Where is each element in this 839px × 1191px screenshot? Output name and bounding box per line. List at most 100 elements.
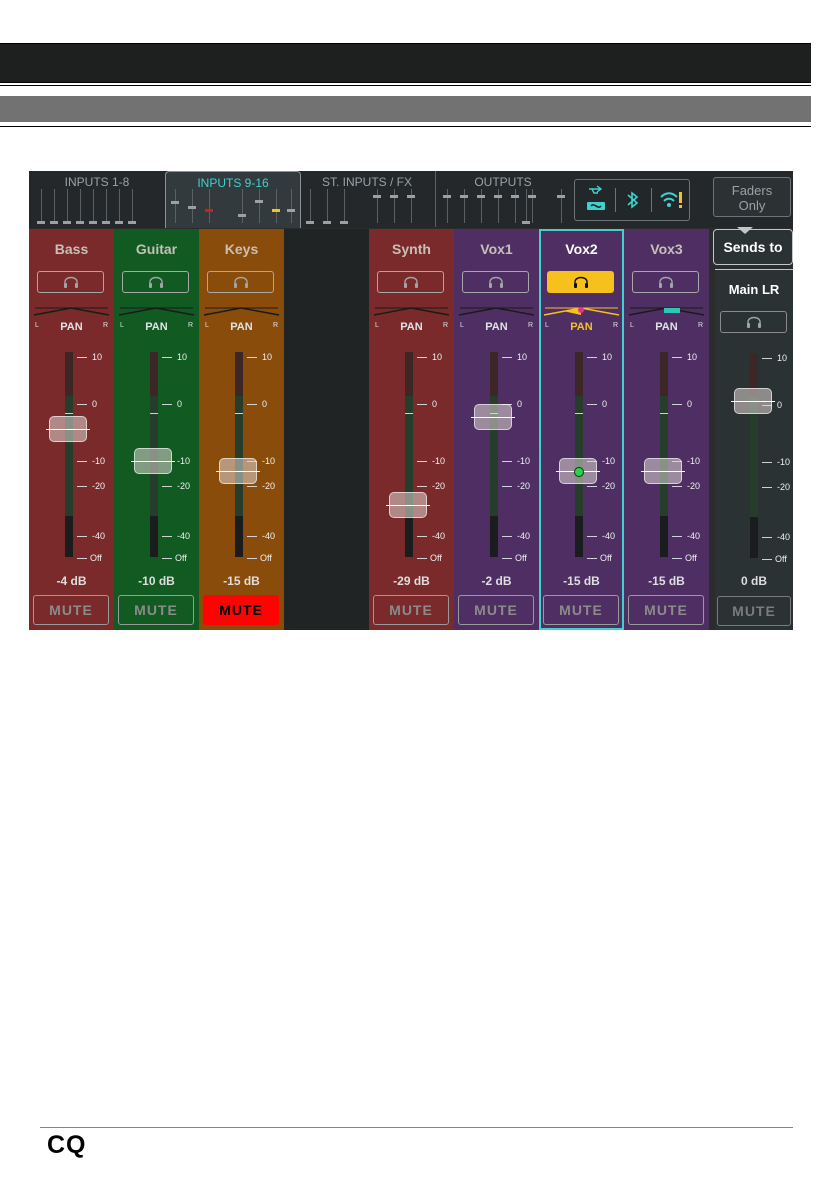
channel-name: Keys bbox=[224, 241, 259, 257]
pan-control[interactable]: PAN L R bbox=[543, 307, 620, 333]
pan-control[interactable]: PAN L R bbox=[628, 307, 705, 333]
mixer-screen: INPUTS 1-8 INPUTS 9-16 ST. INPUTS / FX O… bbox=[29, 171, 793, 630]
meter-green-zone bbox=[65, 396, 73, 516]
faders-only-line2: Only bbox=[738, 198, 766, 213]
mute-button[interactable]: MUTE bbox=[628, 595, 704, 625]
pan-control[interactable]: PAN L R bbox=[118, 307, 195, 333]
pan-control[interactable]: PAN L R bbox=[458, 307, 535, 333]
mute-button[interactable]: MUTE bbox=[458, 595, 534, 625]
scale-label: -40 bbox=[432, 531, 446, 541]
mini-fader-knob bbox=[238, 214, 246, 217]
fader-knob-line bbox=[131, 461, 175, 462]
mini-fader-knob bbox=[102, 221, 110, 224]
pan-left-label: L bbox=[120, 322, 124, 329]
tab-inputs-9-16[interactable]: INPUTS 9-16 bbox=[165, 171, 301, 228]
fader-knob[interactable] bbox=[471, 404, 515, 430]
channel-strip[interactable]: Keys PAN L R 10 0 -10 -20 -40 Off -15 dB MUTE bbox=[199, 229, 284, 630]
footer-logo: CQ bbox=[47, 1131, 87, 1159]
channel-strip[interactable]: Bass PAN L R 10 0 -10 -20 -40 Off -4 dB MUTE bbox=[29, 229, 114, 630]
mini-fader-knob bbox=[50, 221, 58, 224]
mute-button[interactable]: MUTE bbox=[373, 595, 449, 625]
listen-button[interactable] bbox=[37, 271, 104, 293]
scale-label: 10 bbox=[602, 352, 613, 362]
mini-fader-knob bbox=[37, 221, 45, 224]
scale-label: -40 bbox=[687, 531, 701, 541]
channel-strip[interactable] bbox=[284, 229, 369, 630]
pan-label: PAN bbox=[655, 321, 678, 333]
listen-button[interactable] bbox=[462, 271, 529, 293]
mute-button[interactable]: MUTE bbox=[203, 595, 279, 625]
mini-fader-knob bbox=[511, 195, 519, 198]
pan-left-label: L bbox=[460, 322, 464, 329]
headphones-icon bbox=[234, 276, 248, 288]
scale-label: Off bbox=[515, 553, 527, 563]
scale-label: -20 bbox=[602, 481, 616, 491]
scale-tick bbox=[672, 536, 682, 537]
mini-fader-track bbox=[41, 189, 42, 223]
listen-button[interactable] bbox=[122, 271, 189, 293]
master-fader-knob[interactable] bbox=[731, 388, 775, 414]
channel-strip[interactable]: Guitar PAN L R 10 0 -10 -20 -40 Off -10 dB MUTE bbox=[114, 229, 199, 630]
scale-tick bbox=[587, 404, 597, 405]
tab-inputs-1-8[interactable]: INPUTS 1-8 bbox=[29, 171, 165, 227]
level-meter bbox=[235, 352, 243, 557]
meter-green-zone bbox=[235, 396, 243, 516]
mini-fader-knob bbox=[272, 209, 280, 212]
master-mute-button[interactable]: MUTE bbox=[717, 596, 791, 626]
mini-fader-track bbox=[526, 189, 527, 223]
mute-button[interactable]: MUTE bbox=[33, 595, 109, 625]
fader-knob[interactable] bbox=[131, 448, 175, 474]
channel-level: -29 dB bbox=[393, 574, 430, 588]
faders-only-button[interactable]: Faders Only bbox=[713, 177, 791, 217]
mini-fader-knob bbox=[390, 195, 398, 198]
mini-fader-knob bbox=[340, 221, 348, 224]
mini-fader-knob bbox=[373, 195, 381, 198]
status-panel[interactable] bbox=[574, 179, 690, 221]
meter-red-zone bbox=[575, 352, 583, 396]
scale-label: -20 bbox=[177, 481, 191, 491]
pan-control[interactable]: PAN L R bbox=[203, 307, 280, 333]
scale-label: Off bbox=[775, 554, 787, 564]
fader-knob[interactable] bbox=[216, 458, 260, 484]
fader-knob[interactable] bbox=[46, 416, 90, 442]
mini-fader-track bbox=[310, 189, 311, 223]
meter-red-zone bbox=[65, 352, 73, 396]
level-meter bbox=[575, 352, 583, 557]
fader-knob[interactable] bbox=[641, 458, 685, 484]
meter-red-zone bbox=[660, 352, 668, 396]
channel-level: -15 dB bbox=[223, 574, 260, 588]
mute-button[interactable]: MUTE bbox=[543, 595, 619, 625]
channel-strip[interactable]: Vox3 PAN L R 10 0 -10 -20 -40 Off -15 dB MUTE bbox=[624, 229, 709, 630]
listen-button[interactable] bbox=[632, 271, 699, 293]
mini-fader-knob bbox=[171, 201, 179, 204]
pan-curve bbox=[458, 307, 535, 316]
scale-tick bbox=[417, 536, 427, 537]
pan-control[interactable]: PAN L R bbox=[373, 307, 450, 333]
tab-stereo-inputs-fx[interactable]: ST. INPUTS / FX bbox=[299, 171, 435, 227]
scale-label: 0 bbox=[92, 399, 98, 409]
sends-to-button[interactable]: Sends to bbox=[713, 229, 793, 265]
pan-control[interactable]: PAN L R bbox=[33, 307, 110, 333]
fader-knob[interactable] bbox=[556, 458, 600, 484]
listen-button[interactable] bbox=[547, 271, 614, 293]
master-meter bbox=[750, 353, 758, 558]
master-level: 0 dB bbox=[740, 574, 767, 588]
listen-button[interactable] bbox=[377, 271, 444, 293]
mute-button[interactable]: MUTE bbox=[118, 595, 194, 625]
master-strip: Main LR 0 dB MUTE 10 0 -10 -20 -40 Off bbox=[715, 269, 793, 630]
channel-strip[interactable]: Vox1 PAN L R 10 0 -10 -20 -40 Off -2 dB MUTE bbox=[454, 229, 539, 630]
fader-knob[interactable] bbox=[386, 492, 430, 518]
scale-label: 10 bbox=[517, 352, 528, 362]
scale-tick bbox=[162, 536, 172, 537]
pan-label: PAN bbox=[570, 321, 593, 333]
pan-right-label: R bbox=[102, 322, 108, 329]
tab-outputs[interactable]: OUTPUTS bbox=[436, 171, 570, 227]
pan-right-label: R bbox=[442, 322, 448, 329]
channel-strip[interactable]: Synth PAN L R 10 0 -10 -20 -40 Off -29 dB MUTE bbox=[369, 229, 454, 630]
listen-button[interactable] bbox=[207, 271, 274, 293]
mini-fader-knob bbox=[188, 206, 196, 209]
scale-tick bbox=[247, 536, 257, 537]
master-listen-button[interactable] bbox=[720, 311, 787, 333]
channel-strip[interactable]: Vox2 PAN L R 10 0 -10 -20 -40 Off -15 dB MUTE bbox=[539, 229, 624, 630]
scale-tick bbox=[762, 358, 772, 359]
